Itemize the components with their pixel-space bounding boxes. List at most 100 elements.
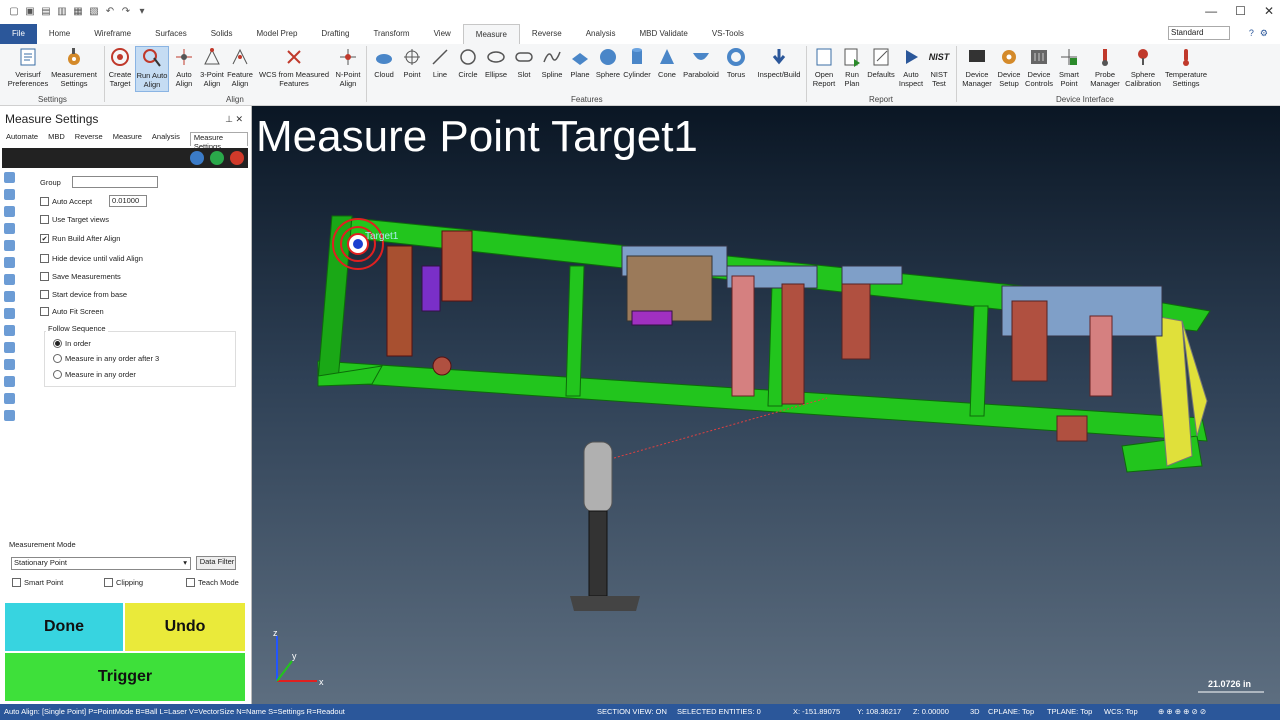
line-icon[interactable] <box>4 206 15 217</box>
cylinder-button[interactable]: Cylinder <box>622 46 652 79</box>
auto-inspect-button[interactable]: Auto Inspect <box>897 46 925 88</box>
cancel-icon[interactable] <box>230 151 244 165</box>
clipping-checkbox[interactable] <box>104 578 113 587</box>
torus-button[interactable]: Torus <box>722 46 750 79</box>
print-icon[interactable]: ▥ <box>56 6 68 18</box>
auto-align-button[interactable]: Auto Align <box>171 46 197 88</box>
verisurf-preferences-button[interactable]: Verisurf Preferences <box>6 46 50 88</box>
run-auto-align-button[interactable]: Run Auto Align <box>135 46 169 92</box>
paraboloid-icon[interactable] <box>4 359 15 370</box>
plane-button[interactable]: Plane <box>566 46 594 79</box>
device-controls-button[interactable]: Device Controls <box>1024 46 1054 88</box>
feature-align-button[interactable]: Feature Align <box>226 46 254 88</box>
inspect-build-button[interactable]: Inspect/Build <box>754 46 804 79</box>
tab-model-prep[interactable]: Model Prep <box>245 24 310 44</box>
save-measurements-checkbox[interactable] <box>40 272 49 281</box>
create-target-button[interactable]: Create Target <box>106 46 134 88</box>
panel-tab-mbd[interactable]: MBD <box>48 132 65 146</box>
probe-manager-button[interactable]: Probe Manager <box>1088 46 1122 88</box>
point-button[interactable]: Point <box>398 46 426 79</box>
teach-mode-checkbox[interactable] <box>186 578 195 587</box>
tab-drafting[interactable]: Drafting <box>309 24 361 44</box>
slot-button[interactable]: Slot <box>510 46 538 79</box>
ellipse-button[interactable]: Ellipse <box>482 46 510 79</box>
tab-measure[interactable]: Measure <box>462 24 520 44</box>
tab-mbd-validate[interactable]: MBD Validate <box>628 24 700 44</box>
wcs-from-measured-button[interactable]: WCS from Measured Features <box>258 46 330 88</box>
torus-icon[interactable] <box>4 376 15 387</box>
ok-icon[interactable] <box>210 151 224 165</box>
seq-any-after-radio[interactable] <box>53 354 62 363</box>
ellipse-icon[interactable] <box>4 240 15 251</box>
undo-icon[interactable]: ↶ <box>104 6 116 18</box>
status-3d[interactable]: 3D <box>970 704 980 720</box>
status-tplane[interactable]: TPLANE: Top <box>1047 704 1092 720</box>
panel-tab-measure[interactable]: Measure <box>113 132 142 146</box>
seq-any-radio[interactable] <box>53 370 62 379</box>
status-section-view[interactable]: SECTION VIEW: ON <box>597 704 667 720</box>
plane-icon[interactable] <box>4 291 15 302</box>
tab-view[interactable]: View <box>422 24 463 44</box>
status-selected[interactable]: SELECTED ENTITIES: 0 <box>677 704 761 720</box>
nist-test-button[interactable]: NIST NIST Test <box>926 46 952 88</box>
download-icon[interactable] <box>190 151 204 165</box>
view-globe-icon[interactable]: ⊕ ⊕ ⊕ ⊕ ⊘ ⊘ <box>1158 704 1206 720</box>
circle-icon[interactable] <box>4 223 15 234</box>
cloud-icon[interactable] <box>4 172 15 183</box>
tools-icon[interactable] <box>4 410 15 421</box>
point-icon[interactable] <box>4 189 15 200</box>
paraboloid-button[interactable]: Paraboloid <box>681 46 721 79</box>
device-manager-button[interactable]: Device Manager <box>959 46 995 88</box>
panel-tab-automate[interactable]: Automate <box>6 132 38 146</box>
maximize-icon[interactable]: ☐ <box>1235 4 1246 18</box>
measurement-mode-select[interactable]: Stationary Point ▾ <box>11 557 191 570</box>
start-device-checkbox[interactable] <box>40 290 49 299</box>
dropdown-icon[interactable]: ▾ <box>136 6 148 18</box>
tab-reverse[interactable]: Reverse <box>520 24 574 44</box>
tab-file[interactable]: File <box>0 24 37 44</box>
panel-tab-measure-settings[interactable]: Measure Settings <box>189 132 248 151</box>
tab-wireframe[interactable]: Wireframe <box>82 24 143 44</box>
tab-analysis[interactable]: Analysis <box>574 24 628 44</box>
circle-button[interactable]: Circle <box>454 46 482 79</box>
settings-icon[interactable]: ⚙ <box>1260 28 1268 39</box>
measurement-settings-button[interactable]: Measurement Settings <box>50 46 98 88</box>
temperature-settings-button[interactable]: Temperature Settings <box>1162 46 1210 88</box>
status-cplane[interactable]: CPLANE: Top <box>988 704 1034 720</box>
auto-accept-checkbox[interactable] <box>40 196 49 206</box>
cloud-button[interactable]: Cloud <box>370 46 398 79</box>
panel-tab-analysis[interactable]: Analysis <box>152 132 180 146</box>
open-report-button[interactable]: Open Report <box>808 46 840 88</box>
auto-fit-checkbox[interactable] <box>40 307 49 316</box>
run-build-after-align-checkbox[interactable]: ✔ <box>40 234 49 243</box>
group-select[interactable] <box>71 176 158 188</box>
new-file-icon[interactable]: ▢ <box>8 6 20 18</box>
n-point-align-button[interactable]: N-Point Align <box>333 46 363 88</box>
smart-point-button[interactable]: Smart Point <box>1055 46 1083 88</box>
data-filter-button[interactable]: Data Filter <box>196 556 236 570</box>
sphere-button[interactable]: Sphere <box>594 46 622 79</box>
pin-close-icon[interactable]: ⊥ ✕ <box>225 114 243 125</box>
cone-icon[interactable] <box>4 342 15 353</box>
run-plan-button[interactable]: Run Plan <box>840 46 864 88</box>
sphere-icon[interactable] <box>4 308 15 319</box>
undo-button[interactable]: Undo <box>125 603 245 651</box>
redo-icon[interactable]: ↷ <box>120 6 132 18</box>
inspect-icon[interactable] <box>4 393 15 404</box>
tab-transform[interactable]: Transform <box>361 24 421 44</box>
slot-icon[interactable] <box>4 257 15 268</box>
image-icon[interactable]: ▦ <box>72 6 84 18</box>
cone-button[interactable]: Cone <box>653 46 681 79</box>
auto-accept-input[interactable]: 0.01000 <box>109 195 148 207</box>
save-icon[interactable]: ▣ <box>24 6 36 18</box>
device-setup-button[interactable]: Device Setup <box>994 46 1024 88</box>
close-icon[interactable]: ✕ <box>1264 4 1274 18</box>
sphere-calibration-button[interactable]: Sphere Calibration <box>1122 46 1164 88</box>
hide-device-checkbox[interactable] <box>40 254 49 263</box>
done-button[interactable]: Done <box>5 603 123 651</box>
panel-tab-reverse[interactable]: Reverse <box>75 132 103 146</box>
minimize-icon[interactable]: — <box>1205 4 1217 18</box>
smart-point-checkbox[interactable] <box>12 578 21 587</box>
three-point-align-button[interactable]: 3-Point Align <box>198 46 226 88</box>
defaults-button[interactable]: Defaults <box>865 46 897 79</box>
